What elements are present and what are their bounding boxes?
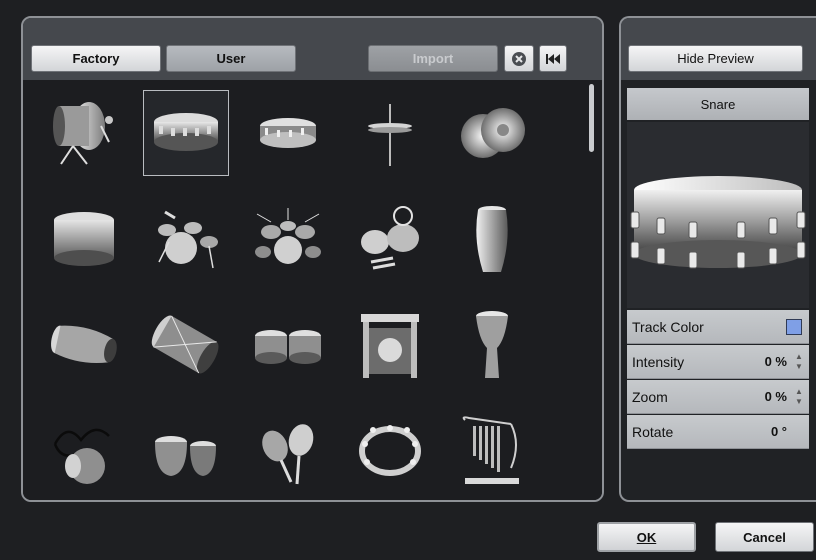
cymbals-icon: [461, 108, 525, 158]
x-circle-icon: [512, 51, 526, 66]
djembe-icon: [476, 311, 508, 378]
preview-image: [627, 122, 809, 308]
icon-cell-djembe[interactable]: [449, 302, 535, 388]
chevron-down-icon[interactable]: ▼: [795, 397, 803, 407]
dhol-icon: [151, 315, 219, 374]
intensity-label: Intensity: [632, 354, 685, 370]
gong-icon: [361, 314, 419, 378]
piccolo-snare-icon: [260, 118, 316, 148]
scrollbar-thumb[interactable]: [589, 84, 594, 152]
chevron-down-icon[interactable]: ▼: [795, 362, 803, 372]
zoom-value[interactable]: 0 %: [765, 389, 787, 404]
preview-panel: Hide Preview Snare Track Color Intensity…: [619, 16, 816, 502]
icon-cell-udu[interactable]: [41, 408, 127, 494]
icon-browser-panel: Factory User Import: [21, 16, 604, 502]
chevron-up-icon[interactable]: ▲: [795, 352, 803, 362]
reset-button[interactable]: [539, 45, 567, 72]
zoom-row: Zoom 0 % ▲ ▼: [627, 380, 809, 414]
tambourine-icon: [359, 425, 421, 476]
icon-cell-cymbals[interactable]: [449, 90, 535, 176]
icon-cell-bass-drum[interactable]: [41, 90, 127, 176]
intensity-value[interactable]: 0 %: [765, 354, 787, 369]
drum-kit-large-icon: [255, 208, 321, 264]
skip-to-start-icon: [546, 53, 560, 64]
maracas-icon: [262, 424, 314, 485]
rotate-value[interactable]: 0 °: [771, 424, 787, 439]
track-color-label: Track Color: [632, 319, 704, 335]
track-color-swatch[interactable]: [786, 319, 802, 335]
icon-cell-tabla[interactable]: [143, 408, 229, 494]
factory-tab-button[interactable]: Factory: [31, 45, 161, 72]
import-button[interactable]: Import: [368, 45, 498, 72]
icon-cell-chimes[interactable]: [449, 408, 535, 494]
udu-icon: [53, 428, 110, 484]
icon-cell-tambourine[interactable]: [347, 408, 433, 494]
bass-drum-on-stand-icon: [53, 102, 113, 165]
icon-cell-floor-tom[interactable]: [41, 196, 127, 282]
icon-cell-mridangam[interactable]: [41, 302, 127, 388]
bongos-icon: [255, 330, 321, 364]
rotate-row: Rotate 0 °: [627, 415, 809, 449]
hide-preview-button[interactable]: Hide Preview: [628, 45, 803, 72]
intensity-row: Intensity 0 % ▲ ▼: [627, 345, 809, 379]
icon-cell-hi-hat[interactable]: [347, 90, 433, 176]
conga-icon: [476, 206, 508, 272]
icon-cell-snare[interactable]: [143, 90, 229, 176]
icon-cell-gong[interactable]: [347, 302, 433, 388]
chimes-icon: [462, 416, 519, 484]
zoom-spinner[interactable]: ▲ ▼: [794, 387, 804, 407]
mridangam-icon: [51, 325, 117, 363]
user-tab-button[interactable]: User: [166, 45, 296, 72]
snare-drum-icon: [630, 176, 806, 269]
cancel-label: Cancel: [743, 529, 786, 545]
icon-cell-bongos[interactable]: [245, 302, 331, 388]
grid-scrollbar[interactable]: [587, 82, 597, 496]
intensity-spinner[interactable]: ▲ ▼: [794, 352, 804, 372]
hi-hat-icon: [368, 104, 412, 166]
icon-cell-percussion-set[interactable]: [347, 196, 433, 282]
percussion-set-icon: [361, 206, 419, 270]
icon-cell-drum-kit-small[interactable]: [143, 196, 229, 282]
chevron-up-icon[interactable]: ▲: [795, 387, 803, 397]
icon-cell-drum-kit-large[interactable]: [245, 196, 331, 282]
preview-title: Snare: [627, 88, 809, 120]
drum-kit-small-icon: [158, 210, 218, 269]
zoom-label: Zoom: [632, 389, 668, 405]
rotate-label: Rotate: [632, 424, 674, 440]
ok-button[interactable]: OK: [597, 522, 696, 552]
icon-cell-piccolo-snare[interactable]: [245, 90, 331, 176]
ok-label: OK: [636, 529, 657, 545]
cancel-button[interactable]: Cancel: [715, 522, 814, 552]
track-color-row: Track Color: [627, 310, 809, 344]
icon-cell-maracas[interactable]: [245, 408, 331, 494]
tabla-icon: [155, 436, 216, 476]
icon-cell-dhol[interactable]: [143, 302, 229, 388]
clear-button[interactable]: [504, 45, 534, 72]
icon-cell-conga[interactable]: [449, 196, 535, 282]
floor-tom-icon: [54, 212, 114, 266]
snare-drum-icon: [154, 113, 218, 151]
